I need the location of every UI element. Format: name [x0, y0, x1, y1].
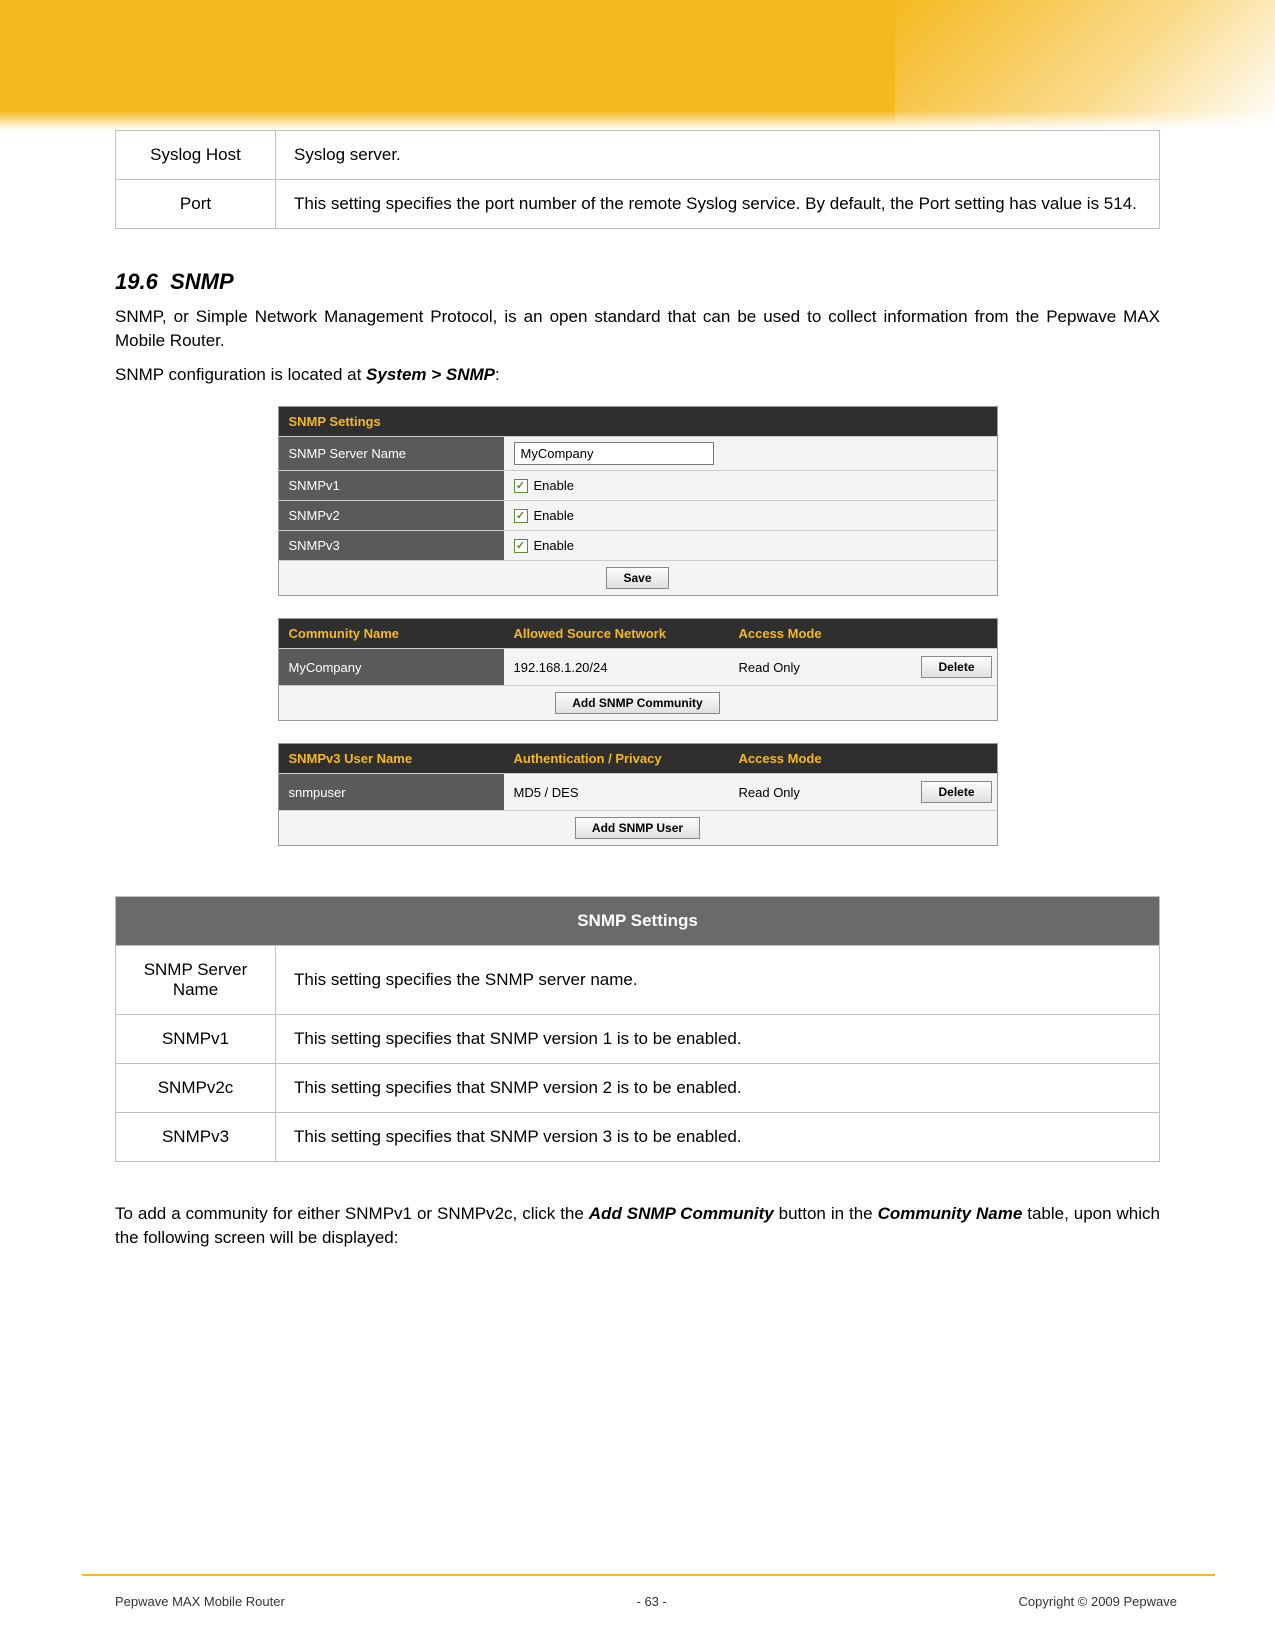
snmpv3-row-label: SNMPv3 — [116, 1113, 276, 1162]
snmpv1-row-desc: This setting specifies that SNMP version… — [276, 1015, 1160, 1064]
footer-page-number: - 63 - — [637, 1594, 667, 1609]
enable-text: Enable — [534, 478, 574, 493]
table-row: SNMPv1 This setting specifies that SNMP … — [116, 1015, 1160, 1064]
snmp-server-name-label: SNMP Server Name — [116, 946, 276, 1015]
col-user-name: SNMPv3 User Name — [279, 744, 504, 773]
snmp-screenshot-inset: SNMP Settings SNMP Server Name SNMPv1 ✓ … — [278, 406, 998, 846]
row-snmpv2: SNMPv2 ✓ Enable — [279, 500, 997, 530]
port-label: Port — [116, 180, 276, 229]
user-grid: SNMPv3 User Name Authentication / Privac… — [278, 743, 998, 846]
snmpv2c-row-desc: This setting specifies that SNMP version… — [276, 1064, 1160, 1113]
community-row: MyCompany 192.168.1.20/24 Read Only Dele… — [279, 648, 997, 685]
row-snmpv1: SNMPv1 ✓ Enable — [279, 470, 997, 500]
closing-pre: To add a community for either SNMPv1 or … — [115, 1204, 589, 1223]
section-heading: 19.6 SNMP — [115, 269, 1160, 295]
user-mode-cell: Read Only — [729, 773, 917, 810]
snmpv3-label: SNMPv3 — [279, 531, 504, 560]
server-name-value-cell — [504, 437, 997, 470]
section-number: 19.6 — [115, 269, 158, 294]
snmpv1-value-cell: ✓ Enable — [504, 471, 997, 500]
delete-community-button[interactable]: Delete — [921, 656, 991, 678]
breadcrumb-path: System > SNMP — [366, 365, 495, 384]
user-grid-header: SNMPv3 User Name Authentication / Privac… — [279, 744, 997, 773]
add-snmp-community-ref: Add SNMP Community — [589, 1204, 774, 1223]
table-row: Port This setting specifies the port num… — [116, 180, 1160, 229]
save-button[interactable]: Save — [606, 567, 668, 589]
table-row: Syslog Host Syslog server. — [116, 131, 1160, 180]
col-auth-privacy: Authentication / Privacy — [504, 744, 729, 773]
syslog-host-value: Syslog server. — [276, 131, 1160, 180]
snmpv1-checkbox[interactable]: ✓ — [514, 479, 528, 493]
snmpv3-checkbox[interactable]: ✓ — [514, 539, 528, 553]
user-name-cell[interactable]: snmpuser — [279, 773, 504, 810]
closing-paragraph: To add a community for either SNMPv1 or … — [115, 1202, 1160, 1250]
row-snmpv3: SNMPv3 ✓ Enable — [279, 530, 997, 560]
server-name-label: SNMP Server Name — [279, 437, 504, 470]
panel-footer: Save — [279, 560, 997, 595]
snmp-settings-panel: SNMP Settings SNMP Server Name SNMPv1 ✓ … — [278, 406, 998, 596]
table-row: SNMP Server Name This setting specifies … — [116, 946, 1160, 1015]
enable-text: Enable — [534, 538, 574, 553]
intro-paragraph-2: SNMP configuration is located at System … — [115, 363, 1160, 387]
page-footer: Pepwave MAX Mobile Router - 63 - Copyrig… — [115, 1594, 1177, 1609]
footer-left: Pepwave MAX Mobile Router — [115, 1594, 285, 1609]
community-network-cell: 192.168.1.20/24 — [504, 648, 729, 685]
col-actions — [917, 619, 997, 648]
community-grid-header: Community Name Allowed Source Network Ac… — [279, 619, 997, 648]
syslog-definition-table: Syslog Host Syslog server. Port This set… — [115, 130, 1160, 229]
closing-mid: button in the — [774, 1204, 878, 1223]
enable-text: Enable — [534, 508, 574, 523]
intro-paragraph-1: SNMP, or Simple Network Management Proto… — [115, 305, 1160, 353]
snmp-server-name-desc: This setting specifies the SNMP server n… — [276, 946, 1160, 1015]
snmpv2-value-cell: ✓ Enable — [504, 501, 997, 530]
panel-header: SNMP Settings — [279, 407, 997, 436]
section-title: SNMP — [170, 269, 234, 294]
syslog-host-label: Syslog Host — [116, 131, 276, 180]
server-name-input[interactable] — [514, 442, 714, 465]
col-community-name: Community Name — [279, 619, 504, 648]
community-delete-cell: Delete — [917, 648, 997, 685]
community-grid: Community Name Allowed Source Network Ac… — [278, 618, 998, 721]
col-access-mode: Access Mode — [729, 744, 917, 773]
col-actions — [917, 744, 997, 773]
table-row: SNMPv2c This setting specifies that SNMP… — [116, 1064, 1160, 1113]
snmpv1-row-label: SNMPv1 — [116, 1015, 276, 1064]
delete-user-button[interactable]: Delete — [921, 781, 991, 803]
port-value: This setting specifies the port number o… — [276, 180, 1160, 229]
table-row: SNMPv3 This setting specifies that SNMP … — [116, 1113, 1160, 1162]
footer-divider — [82, 1574, 1215, 1576]
content-area: Syslog Host Syslog server. Port This set… — [0, 130, 1275, 1250]
add-snmp-user-button[interactable]: Add SNMP User — [575, 817, 700, 839]
user-row: snmpuser MD5 / DES Read Only Delete — [279, 773, 997, 810]
col-access-mode: Access Mode — [729, 619, 917, 648]
user-delete-cell: Delete — [917, 773, 997, 810]
header-band — [0, 0, 1275, 130]
community-mode-cell: Read Only — [729, 648, 917, 685]
user-grid-footer: Add SNMP User — [279, 810, 997, 845]
panel-title: SNMP Settings — [279, 407, 997, 436]
snmp-table-header: SNMP Settings — [116, 897, 1160, 946]
community-grid-footer: Add SNMP Community — [279, 685, 997, 720]
user-auth-cell: MD5 / DES — [504, 773, 729, 810]
col-allowed-network: Allowed Source Network — [504, 619, 729, 648]
snmp-settings-description-table: SNMP Settings SNMP Server Name This sett… — [115, 896, 1160, 1162]
snmpv3-row-desc: This setting specifies that SNMP version… — [276, 1113, 1160, 1162]
footer-copyright: Copyright © 2009 Pepwave — [1019, 1594, 1177, 1609]
add-snmp-community-button[interactable]: Add SNMP Community — [555, 692, 719, 714]
community-name-cell[interactable]: MyCompany — [279, 648, 504, 685]
snmpv2c-row-label: SNMPv2c — [116, 1064, 276, 1113]
snmpv1-label: SNMPv1 — [279, 471, 504, 500]
para2-pre: SNMP configuration is located at — [115, 365, 366, 384]
snmpv3-value-cell: ✓ Enable — [504, 531, 997, 560]
row-server-name: SNMP Server Name — [279, 436, 997, 470]
community-name-ref: Community Name — [878, 1204, 1023, 1223]
para2-post: : — [495, 365, 500, 384]
document-page: Syslog Host Syslog server. Port This set… — [0, 0, 1275, 1651]
snmpv2-checkbox[interactable]: ✓ — [514, 509, 528, 523]
snmpv2-label: SNMPv2 — [279, 501, 504, 530]
